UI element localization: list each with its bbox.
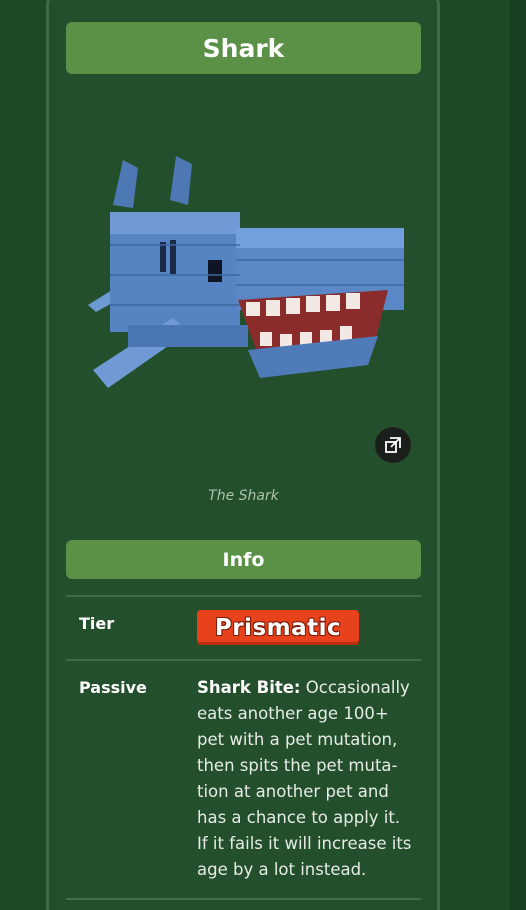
page: Shark The Shark Info Tier Prismatic Pass… <box>0 0 526 910</box>
passive-ability-name: Shark Bite: <box>197 678 301 697</box>
expand-image-button[interactable] <box>375 427 411 463</box>
passive-line: tion at another pet and <box>197 782 389 801</box>
passive-line: eats another age 100+ <box>197 704 389 723</box>
passive-line: pet with a pet mutation, <box>197 730 398 749</box>
expand-image-icon <box>385 437 401 453</box>
passive-label: Passive <box>79 678 147 697</box>
row-divider <box>66 659 421 661</box>
passive-description: Shark Bite: Occasionally eats another ag… <box>197 675 417 883</box>
image-caption: The Shark <box>208 488 279 504</box>
passive-line: age by a lot instead. <box>197 860 367 879</box>
pet-title: Shark <box>66 22 421 74</box>
passive-line: Occasionally <box>300 678 410 697</box>
row-divider <box>66 595 421 597</box>
page-edge-strip <box>510 0 526 910</box>
passive-line: has a chance to apply it. <box>197 808 401 827</box>
row-divider <box>66 898 421 900</box>
tier-label: Tier <box>79 614 115 633</box>
shark-image[interactable] <box>88 150 418 400</box>
tier-badge[interactable]: Prismatic <box>197 610 359 645</box>
info-section-header: Info <box>66 540 421 579</box>
passive-line: then spits the pet muta- <box>197 756 398 775</box>
passive-line: If it fails it will increase its <box>197 834 412 853</box>
